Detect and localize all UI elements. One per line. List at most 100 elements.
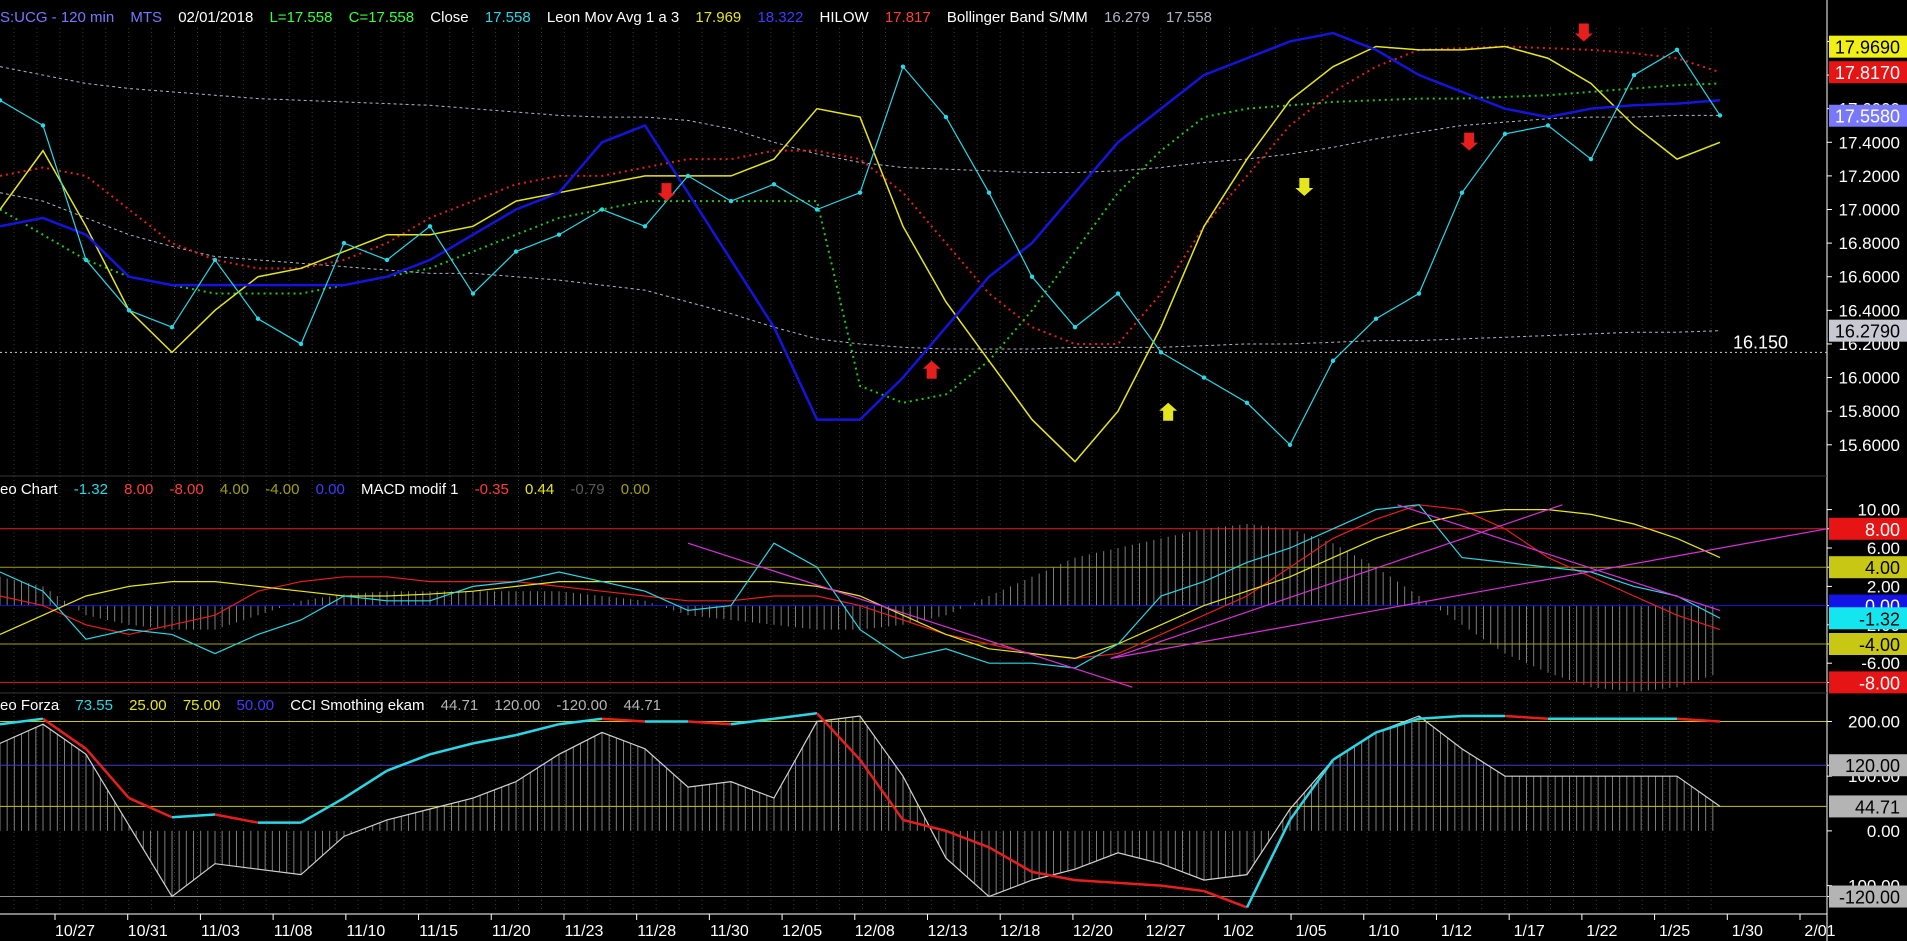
date-tick-label: 1/10	[1368, 923, 1399, 940]
close-price-point	[642, 224, 648, 229]
close-price-point	[1717, 113, 1723, 118]
leo-chart-value-2: 8.00	[124, 481, 154, 498]
y-tick-label: 10.00	[1857, 501, 1900, 520]
date-tick-label: 12/08	[855, 923, 895, 940]
close-price-point	[1158, 350, 1164, 355]
low-label: L=17.558	[269, 9, 333, 26]
close-price-point	[986, 190, 992, 195]
close-price-point	[771, 182, 777, 187]
close-price-point	[1201, 375, 1207, 380]
close-price-point	[298, 341, 304, 347]
macd-value-1: -0.35	[474, 481, 509, 498]
macd-panel-header: eo Chart -1.32 8.00 -8.00 4.00 -4.00 0.0…	[0, 481, 662, 499]
bollinger-value-2: 17.558	[1166, 9, 1212, 26]
close-price-point	[556, 232, 562, 237]
cci-value-label: 44.71	[1855, 797, 1900, 817]
date-tick-label: 12/05	[782, 923, 822, 940]
close-price-point	[169, 324, 175, 330]
chart-canvas: 10/27 10/31 11/03 11/08 11/10 11/15 11/20 11/23…	[0, 0, 1907, 941]
leo-forza-line-segment	[1117, 881, 1162, 887]
date-tick-label: 1/25	[1659, 923, 1690, 940]
blue-moving-average-line	[0, 31, 1721, 421]
cci-value-1: 44.71	[440, 697, 479, 714]
cci-label: CCI Smothing ekam	[290, 697, 425, 714]
date-tick-label: 12/20	[1073, 923, 1113, 940]
leo-forza-line-segment	[515, 722, 560, 737]
close-price-point	[1029, 274, 1035, 279]
price-value-label: 16.2790	[1835, 322, 1900, 342]
green-dotted-line	[0, 82, 1721, 404]
date-tick-label: 1/17	[1514, 923, 1545, 940]
price-panel-header: S:UCG - 120 min MTS 02/01/2018 L=17.558 …	[0, 9, 1224, 27]
leo-forza-line-segment	[300, 796, 345, 824]
cci-value-label: 120.00	[1845, 756, 1900, 776]
leo-forza-line-segment	[1504, 714, 1549, 720]
leo-forza-line-segment	[1074, 878, 1119, 885]
price-value-label: 17.9690	[1835, 38, 1900, 58]
macd-red-line	[0, 504, 1721, 660]
yellow-moving-average-line	[0, 45, 1721, 463]
leo-forza-line-segment	[1203, 889, 1248, 909]
close-price-point	[212, 257, 218, 263]
macd-value-2: 0.44	[525, 481, 555, 498]
close-price-point	[900, 64, 906, 69]
y-tick-label: 16.8000	[1839, 234, 1900, 253]
bollinger-upper-line	[0, 66, 1720, 174]
bollinger-lower-line	[0, 192, 1721, 350]
y-tick-label: 16.4000	[1839, 301, 1900, 320]
leo-forza-value-4: 50.00	[236, 697, 275, 714]
leo-forza-line-segment	[128, 796, 173, 819]
macd-value-3: -0.79	[570, 481, 605, 498]
arrow-down-icon	[657, 183, 676, 202]
macd-trend-line	[1397, 504, 1721, 611]
macd-value-label: 4.00	[1865, 558, 1900, 578]
leo-forza-line-segment	[171, 813, 216, 819]
date-tick-label: 1/30	[1732, 923, 1763, 940]
arrow-up-icon	[1159, 402, 1178, 421]
close-price-point	[513, 249, 519, 254]
leo-forza-value-1: 73.55	[75, 697, 113, 714]
close-price-point	[470, 291, 476, 296]
close-price-point	[427, 224, 433, 229]
macd-value-label: -1.32	[1859, 609, 1900, 629]
date-tick-label: 11/30	[710, 923, 749, 940]
macd-signal-line	[0, 509, 1721, 660]
date-tick-label: 11/15	[419, 923, 458, 940]
close-price-point	[814, 207, 820, 212]
leo-forza-value-3: 75.00	[182, 697, 221, 714]
date-tick-label: 10/31	[128, 923, 168, 940]
leo-forza-line-segment	[386, 753, 431, 772]
close-price-point	[1459, 190, 1465, 195]
y-tick-label: 17.0000	[1839, 201, 1900, 220]
mov-avg-label: Leon Mov Avg 1 a 3	[546, 9, 680, 26]
leo-chart-value-4: 4.00	[219, 481, 250, 498]
leo-chart-value-6: 0.00	[315, 481, 345, 498]
chart-window: 10/27 10/31 11/03 11/08 11/10 11/15 11/20 11/23…	[0, 0, 1907, 941]
date-tick-label: 1/22	[1586, 923, 1617, 940]
close-label: Close	[430, 9, 469, 26]
date-label: 02/01/2018	[178, 9, 254, 26]
leo-chart-label: eo Chart	[0, 481, 58, 498]
bollinger-label: Bollinger Band S/MM	[946, 9, 1088, 26]
close-price-point	[1244, 400, 1250, 405]
date-tick-label: 11/10	[346, 923, 385, 940]
leo-chart-value-5: -4.00	[265, 481, 300, 498]
symbol-label: S:UCG - 120 min	[0, 9, 115, 26]
close-price-point	[1373, 316, 1379, 321]
close-price-point	[384, 257, 390, 263]
arrow-up-icon	[922, 360, 941, 379]
leo-forza-line-segment	[214, 813, 259, 824]
close-price-point	[685, 173, 691, 179]
date-tick-label: 1/02	[1223, 923, 1254, 940]
date-tick-label: 2/01	[1804, 923, 1835, 940]
y-tick-label: 2.00	[1867, 577, 1900, 596]
y-tick-label: 200.00	[1848, 712, 1900, 731]
close-price-point	[126, 308, 132, 313]
reference-line-label: 16.150	[1733, 332, 1788, 352]
price-value-label: 17.5580	[1835, 107, 1900, 127]
macd-label: MACD modif 1	[360, 481, 459, 498]
hilow-label: HILOW	[819, 9, 869, 26]
y-tick-label: 15.6000	[1839, 436, 1900, 455]
macd-trend-line	[687, 542, 1133, 688]
macd-value-label: 8.00	[1865, 520, 1900, 540]
